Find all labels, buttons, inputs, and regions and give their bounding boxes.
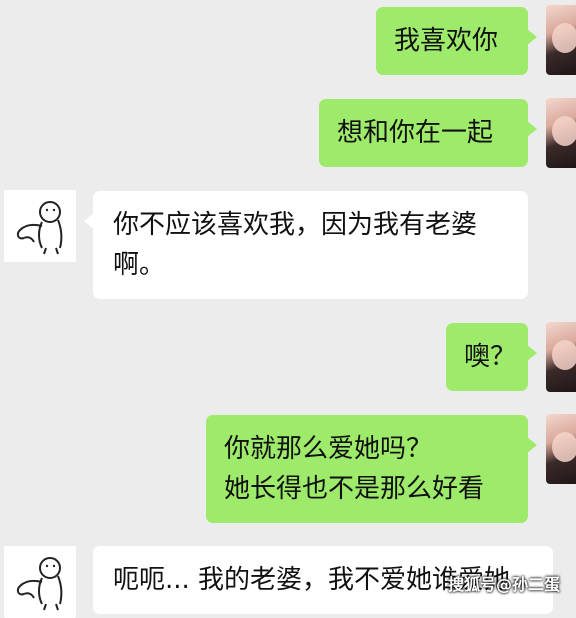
message-text: 噢？ <box>464 342 517 372</box>
doodle-figure-icon <box>16 201 63 255</box>
message-bubble-self[interactable]: 噢？ <box>446 323 537 391</box>
message-bubble-other[interactable]: 你不应该喜欢我，因为我有老婆 啊。 <box>84 191 528 299</box>
message-text: 你就那么爱她吗？ <box>224 434 433 464</box>
chat-window: 我喜欢你 想和你在一起 你不应该喜欢我，因为我有老婆 啊。 噢？ 你就那么爱她吗… <box>0 0 576 618</box>
doodle-figure-icon <box>16 557 63 611</box>
message-text: 她长得也不是那么好看 <box>224 474 485 504</box>
message-text: 想和你在一起 <box>337 118 494 148</box>
other-avatar[interactable] <box>4 190 76 262</box>
message-text: 啊。 <box>113 250 166 280</box>
message-text: 你不应该喜欢我，因为我有老婆 <box>113 210 478 240</box>
self-avatar[interactable] <box>546 322 576 392</box>
watermark: 搜狐号@孙二蛋 <box>448 575 561 594</box>
self-avatar[interactable] <box>546 5 576 75</box>
message-bubble-self[interactable]: 你就那么爱她吗？ 她长得也不是那么好看 <box>206 415 537 523</box>
self-avatar[interactable] <box>546 98 576 168</box>
message-text: 我喜欢你 <box>394 26 499 56</box>
self-avatar[interactable] <box>546 414 576 484</box>
message-bubble-self[interactable]: 我喜欢你 <box>376 7 537 75</box>
other-avatar[interactable] <box>4 546 76 618</box>
message-bubble-self[interactable]: 想和你在一起 <box>319 99 537 167</box>
